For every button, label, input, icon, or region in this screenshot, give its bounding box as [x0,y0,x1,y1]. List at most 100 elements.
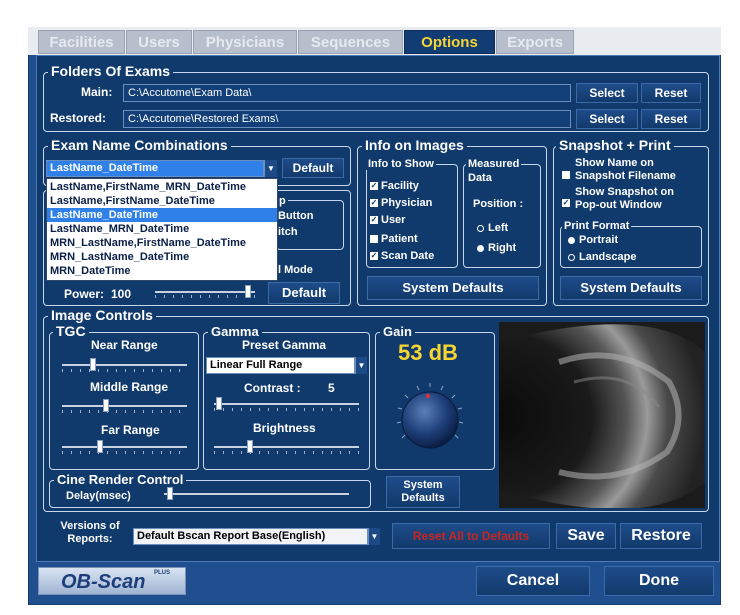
main-folder-field[interactable]: C:\Accutome\Exam Data\ [123,84,571,102]
versions-arrow-icon[interactable]: ▼ [368,528,380,545]
dropdown-option-selected[interactable]: LastName_DateTime [47,208,277,222]
measured-title: Measured [466,158,522,170]
dropdown-option[interactable]: MRN_LastName,FirstName_DateTime [47,236,277,250]
exam-name-dropdown-list: LastName,FirstName_MRN_DateTime LastName… [46,178,278,281]
gamma-title: Gamma [208,324,262,339]
tab-physicians[interactable]: Physicians [193,30,297,54]
main-reset-button[interactable]: Reset [641,83,701,103]
preset-gamma-select[interactable]: Linear Full Range [206,357,355,374]
dropdown-option[interactable]: MRN_LastName_DateTime [47,250,277,264]
info-to-show-title: Info to Show [366,158,436,170]
dropdown-option[interactable]: LastName_MRN_DateTime [47,222,277,236]
logo-text: OB-Scan [61,571,146,593]
info-facility-label: Facility [381,180,419,192]
contrast-slider[interactable] [214,403,359,405]
restore-button[interactable]: Restore [620,523,702,549]
gain-knob[interactable] [390,378,470,458]
radio-selected-icon [568,236,575,244]
middle-range-ticks [62,410,187,413]
dropdown-option[interactable]: LastName,FirstName_MRN_DateTime [47,180,277,194]
contrast-label: Contrast : [244,381,301,395]
hidden-option-2: itch [278,226,298,238]
tab-users[interactable]: Users [126,30,192,54]
snapshot-popout-checkbox[interactable]: ✓ [562,194,573,212]
tab-options[interactable]: Options [404,30,495,54]
snapshot-popout-line2: Pop-out Window [575,199,662,211]
main-select-button[interactable]: Select [576,83,638,103]
info-physician-label: Physician [381,197,433,209]
near-range-slider[interactable] [62,364,187,366]
info-user-label: User [381,214,406,226]
check-icon: ✓ [370,198,378,208]
info-patient-checkbox[interactable]: Patient [370,233,418,246]
cancel-button[interactable]: Cancel [476,566,590,596]
far-range-thumb[interactable] [96,440,103,453]
snapshot-name-line2: Snapshot Filename [575,170,676,182]
near-range-thumb[interactable] [90,358,97,371]
cine-render-title: Cine Render Control [54,472,187,487]
snapshot-popout-line1: Show Snapshot on [575,186,674,198]
far-range-label: Far Range [101,423,160,437]
brightness-slider[interactable] [214,446,359,448]
dropdown-option[interactable]: LastName,FirstName_DateTime [47,194,277,208]
power-value: 100 [111,287,132,301]
dropdown-option[interactable]: MRN_DateTime [47,264,277,278]
tab-sequences[interactable]: Sequences [298,30,403,54]
versions-select[interactable]: Default Bscan Report Base(English) [133,528,368,545]
main-folder-label: Main: [81,85,113,99]
bscan-ultrasound-icon [499,322,705,508]
save-button[interactable]: Save [556,523,616,549]
hidden-subgroup-title: p [277,195,288,207]
delay-slider[interactable] [164,493,349,495]
power-slider-thumb[interactable] [245,285,251,298]
position-right-label: Right [488,242,517,254]
snapshot-name-checkbox[interactable] [562,166,573,184]
radio-icon [568,253,575,261]
restored-reset-button[interactable]: Reset [641,109,701,129]
snapshot-system-defaults-button[interactable]: System Defaults [560,276,702,300]
exam-name-select[interactable]: LastName_DateTime [46,160,264,177]
tab-facilities[interactable]: Facilities [38,30,125,54]
far-range-slider[interactable] [62,446,187,448]
delay-thumb[interactable] [166,487,173,500]
info-scan-date-label: Scan Date [381,250,435,262]
snapshot-name-line1: Show Name on [575,157,654,169]
snapshot-title: Snapshot + Print [556,138,674,153]
contrast-value: 5 [328,381,335,395]
reset-all-defaults-button[interactable]: Reset All to Defaults [392,523,550,549]
position-left-radio[interactable]: Left [477,222,508,235]
middle-range-slider[interactable] [62,405,187,407]
restored-folder-field[interactable]: C:\Accutome\Restored Exams\ [123,110,571,128]
preset-gamma-arrow-icon[interactable]: ▼ [355,357,367,374]
contrast-thumb[interactable] [216,397,222,410]
exam-name-dropdown-arrow-icon[interactable]: ▼ [264,160,277,177]
restored-select-button[interactable]: Select [576,109,638,129]
power-slider[interactable] [155,291,255,293]
gamma-group [203,332,370,470]
info-scan-date-checkbox[interactable]: ✓ Scan Date [370,250,434,263]
info-physician-checkbox[interactable]: ✓ Physician [370,197,432,210]
gain-value: 53 dB [398,340,458,365]
done-button[interactable]: Done [604,566,714,596]
brightness-thumb[interactable] [247,440,254,453]
check-icon: ✓ [370,251,378,261]
delay-label: Delay(msec) [66,490,131,502]
info-facility-checkbox[interactable]: ✓ Facility [370,180,419,193]
print-portrait-radio[interactable]: Portrait [568,234,618,247]
contrast-ticks [214,408,359,411]
versions-label-line1: Versions of [60,520,120,532]
exam-name-default-button[interactable]: Default [282,158,344,178]
print-landscape-radio[interactable]: Landscape [568,251,636,264]
position-right-radio[interactable]: Right [477,242,516,255]
gain-system-defaults-button[interactable]: System Defaults [386,476,460,508]
power-default-button[interactable]: Default [268,282,340,304]
info-user-checkbox[interactable]: ✓ User [370,214,405,227]
hidden-mode-label: l Mode [278,264,313,276]
info-system-defaults-button[interactable]: System Defaults [367,276,539,300]
folders-title: Folders Of Exams [48,64,174,79]
logo-plus: PLUS [154,570,171,576]
versions-label-line2: Reports: [67,533,113,545]
tab-exports[interactable]: Exports [496,30,574,54]
middle-range-thumb[interactable] [102,399,109,412]
preset-gamma-label: Preset Gamma [242,338,327,352]
